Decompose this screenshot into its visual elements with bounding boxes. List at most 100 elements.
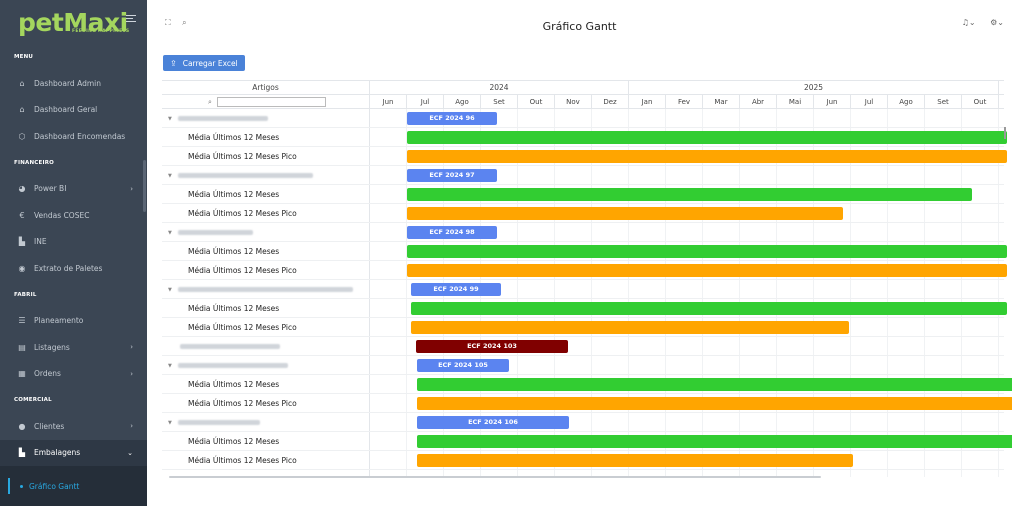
redacted-article-name [177,230,253,235]
sidebar-item-extrato-paletes[interactable]: ◉ Extrato de Paletes [0,255,147,282]
month-header: Jul [851,95,888,109]
collapse-triangle-icon[interactable]: ▼ [168,287,172,293]
gantt-bar-peak[interactable] [411,321,849,334]
gantt-row-child[interactable]: Média Últimos 12 Meses Pico [162,204,1004,223]
gantt-row-child[interactable]: Média Últimos 12 Meses [162,242,1007,261]
month-header: Ago [444,95,481,109]
sidebar-item-dashboard-admin[interactable]: ⌂ Dashboard Admin [0,70,147,97]
row-label-cell: ▼ [162,356,370,375]
gantt-bar-task[interactable]: ECF 2024 106 [417,416,569,429]
gantt-bar-task[interactable]: ECF 2024 99 [411,283,501,296]
sidebar-item-label: Extrato de Paletes [34,263,103,273]
sidebar-item-listagens[interactable]: ▤ Listagens › [0,334,147,361]
month-header: Dez [592,95,629,109]
chevron-right-icon: › [130,343,133,352]
tachometer-icon: ◕ [18,184,26,194]
collapse-triangle-icon[interactable]: ▼ [168,363,172,369]
gantt-row-child[interactable]: Média Últimos 12 Meses Pico [162,261,1007,280]
gantt-bar-average[interactable] [417,435,1012,448]
chevron-right-icon: › [130,422,133,431]
row-label: Média Últimos 12 Meses [188,247,280,256]
row-label: Média Últimos 12 Meses [188,304,280,313]
gantt-bar-average[interactable] [407,245,1007,258]
sidebar-scrollbar[interactable] [143,160,146,212]
gantt-bar-average[interactable] [417,378,1012,391]
gantt-row-group[interactable]: ▼ ECF 2024 105 [162,356,1004,375]
gantt-row-group[interactable]: ▼ ECF 2024 99 [162,280,1004,299]
sidebar-item-dashboard-geral[interactable]: ⌂ Dashboard Geral [0,97,147,124]
gantt-row-group[interactable]: ECF 2024 103 [162,337,1004,356]
row-label-cell: Média Últimos 12 Meses Pico [162,451,370,470]
filter-input[interactable] [217,97,326,107]
gantt-row-group[interactable]: ▼ ECF 2024 98 [162,223,1004,242]
gantt-bar-peak[interactable] [407,264,1007,277]
gantt-row-child[interactable]: Média Últimos 12 Meses Pico [162,147,1007,166]
year-header: 2025 [629,81,999,95]
collapse-triangle-icon[interactable]: ▼ [168,420,172,426]
gantt-row-child[interactable]: Média Últimos 12 Meses [162,375,1012,394]
bell-icon[interactable]: ♫⌄ [962,18,976,27]
gantt-bar-task[interactable]: ECF 2024 105 [417,359,509,372]
sidebar-item-ordens[interactable]: ▦ Ordens › [0,361,147,388]
row-label-cell: Média Últimos 12 Meses Pico [162,147,370,166]
upload-excel-button[interactable]: ⇪ Carregar Excel [163,55,245,71]
gantt-bar-average[interactable] [407,131,1007,144]
collapse-triangle-icon[interactable]: ▼ [168,116,172,122]
sidebar-item-embalagens[interactable]: ▙ Embalagens ⌄ [0,439,147,466]
sidebar-item-clientes[interactable]: ● Clientes › [0,413,147,440]
gantt-bar-task[interactable]: ECF 2024 103 [416,340,568,353]
gantt-row-child[interactable]: Média Últimos 12 Meses Pico [162,394,1012,413]
gantt-row-child[interactable]: Média Últimos 12 Meses [162,299,1007,318]
gantt-row-group[interactable]: ▼ ECF 2024 97 [162,166,1004,185]
gantt-bar-task[interactable]: ECF 2024 96 [407,112,497,125]
gantt-row-group[interactable]: ▼ ECF 2024 96 [162,109,1004,128]
sidebar-item-vendas-cosec[interactable]: € Vendas COSEC [0,202,147,229]
chart-icon: ▙ [18,448,26,458]
gantt-row-child[interactable]: Média Últimos 12 Meses [162,185,1004,204]
eye-icon: ◉ [18,263,26,273]
section-header-comercial: COMERCIAL [14,397,52,403]
sidebar-item-power-bi[interactable]: ◕ Power BI › [0,176,147,203]
submenu-item-grafico-gantt[interactable]: Gráfico Gantt [8,478,79,494]
settings-icon[interactable]: ⚙⌄ [990,18,1004,27]
gantt-row-child[interactable]: Média Últimos 12 Meses Pico [162,318,1004,337]
gantt-bar-peak[interactable] [417,454,853,467]
sidebar-item-ine[interactable]: ▙ INE [0,229,147,256]
month-header: Nov [555,95,592,109]
search-icon: ⌕ [208,98,212,106]
row-label-cell: ▼ [162,166,370,185]
gantt-bar-peak[interactable] [407,150,1007,163]
collapse-triangle-icon[interactable]: ▼ [168,230,172,236]
row-label-cell: Média Últimos 12 Meses [162,432,370,451]
gantt-bar-average[interactable] [407,188,972,201]
brand-logo[interactable]: petMaxi FEEDING HAPPINESS [0,0,147,44]
gantt-row-child[interactable]: Média Últimos 12 Meses [162,432,1012,451]
gantt-bar-task[interactable]: ECF 2024 98 [407,226,497,239]
row-label: Média Últimos 12 Meses Pico [188,456,297,465]
sidebar-item-label: INE [34,237,47,247]
sidebar-item-label: Listagens [34,342,70,352]
upload-icon: ⇪ [170,58,177,68]
sidebar-item-dashboard-encomendas[interactable]: ⬡ Dashboard Encomendas [0,123,147,150]
collapse-triangle-icon[interactable]: ▼ [168,173,172,179]
vertical-scrollbar[interactable] [1004,127,1006,139]
row-label-cell: Média Últimos 12 Meses Pico [162,261,370,280]
row-label-cell [162,337,370,356]
gantt-bar-average[interactable] [411,302,1007,315]
gantt-row-group[interactable]: ▼ ECF 2024 106 [162,413,1004,432]
gantt-row-child[interactable]: Média Últimos 12 Meses [162,128,1007,147]
euro-icon: € [19,210,25,220]
sidebar-item-planeamento[interactable]: ☰ Planeamento [0,308,147,335]
month-header: Fev [666,95,703,109]
row-label-cell: Média Últimos 12 Meses [162,375,370,394]
row-label-cell: Média Últimos 12 Meses [162,185,370,204]
horizontal-scrollbar[interactable] [169,476,821,478]
month-header: Ago [888,95,925,109]
gantt-bar-task[interactable]: ECF 2024 97 [407,169,497,182]
row-label-cell: Média Últimos 12 Meses [162,128,370,147]
gantt-row-child[interactable]: Média Últimos 12 Meses Pico [162,451,1004,470]
grid-filter-row: ⌕ [162,95,369,109]
menu-toggle-icon[interactable] [126,15,136,25]
gantt-bar-peak[interactable] [417,397,1012,410]
gantt-bar-peak[interactable] [407,207,843,220]
